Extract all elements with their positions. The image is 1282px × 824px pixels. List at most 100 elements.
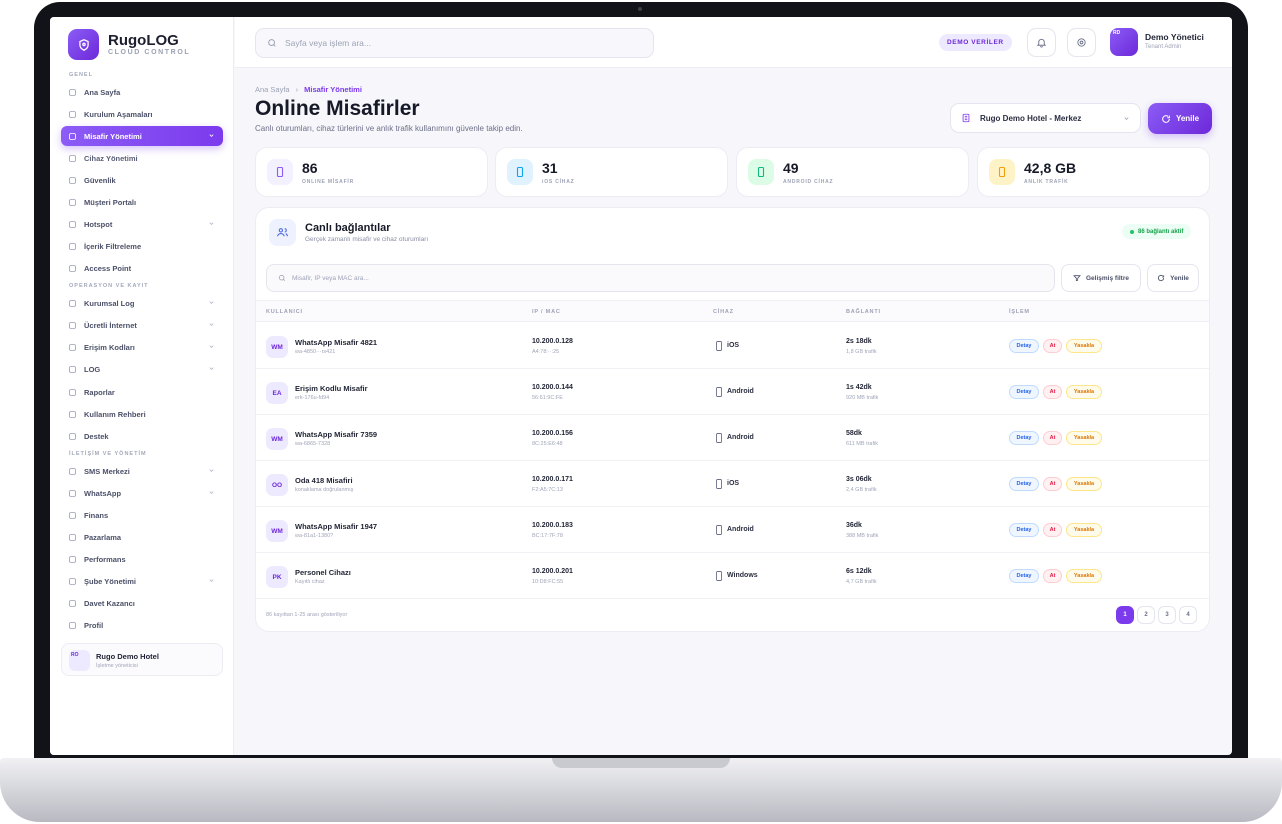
page-button[interactable]: 3 xyxy=(1158,606,1176,624)
ban-button[interactable]: Yasakla xyxy=(1066,569,1102,583)
guest-name[interactable]: Erişim Kodlu Misafir xyxy=(295,384,368,393)
table-search-input[interactable]: Misafir, IP veya MAC ara... xyxy=(266,264,1055,292)
detail-button[interactable]: Detay xyxy=(1009,339,1039,353)
page-button[interactable]: 4 xyxy=(1179,606,1197,624)
brand[interactable]: RugoLOG CLOUD CONTROL xyxy=(68,29,190,60)
sidebar-item-1[interactable]: Kurulum Aşamaları xyxy=(61,104,223,124)
global-search-input[interactable]: Sayfa veya işlem ara... xyxy=(285,38,371,48)
connection-duration: 3s 06dk xyxy=(846,476,872,483)
kick-button[interactable]: At xyxy=(1043,385,1062,399)
sidebar-item-23[interactable]: Profil xyxy=(61,615,223,635)
column-user[interactable]: KULLANICI xyxy=(266,309,303,315)
user-avatar[interactable]: RD xyxy=(1110,28,1138,56)
table-row[interactable]: PK Personel Cihazı Kayıtlı cihaz 10.200.0.2… xyxy=(256,553,1209,599)
sidebar-item-15[interactable]: Destek xyxy=(61,426,223,446)
detail-button[interactable]: Detay xyxy=(1009,477,1039,491)
ban-button[interactable]: Yasakla xyxy=(1066,523,1102,537)
ban-button[interactable]: Yasakla xyxy=(1066,385,1102,399)
settings-button[interactable] xyxy=(1067,28,1096,57)
guest-sub: konaklama doğrulanmış xyxy=(295,487,354,493)
guest-avatar: OO xyxy=(266,474,288,496)
sidebar-item-10[interactable]: Ücretli İnternet xyxy=(61,315,223,335)
sidebar-item-17[interactable]: WhatsApp xyxy=(61,483,223,503)
table-row[interactable]: WM WhatsApp Misafir 7359 wa-6865-7328 10.20… xyxy=(256,415,1209,461)
device-icon xyxy=(716,341,722,351)
sidebar-item-5[interactable]: Müşteri Portalı xyxy=(61,192,223,212)
kick-button[interactable]: At xyxy=(1043,431,1062,445)
bell-icon xyxy=(1036,38,1047,48)
ban-button[interactable]: Yasakla xyxy=(1066,431,1102,445)
page-button[interactable]: 2 xyxy=(1137,606,1155,624)
sidebar-item-6[interactable]: Hotspot xyxy=(61,214,223,234)
breadcrumb-home[interactable]: Ana Sayfa xyxy=(255,85,290,94)
guest-name[interactable]: WhatsApp Misafir 7359 xyxy=(295,430,377,439)
column-connection[interactable]: BAĞLANTI xyxy=(846,309,881,315)
sidebar-item-2[interactable]: Misafir Yönetimi xyxy=(61,126,223,146)
guest-name[interactable]: Personel Cihazı xyxy=(295,568,351,577)
chart-icon xyxy=(69,388,76,396)
wifi-icon xyxy=(69,220,76,228)
sparkle-icon xyxy=(69,110,76,118)
guest-name[interactable]: WhatsApp Misafir 1947 xyxy=(295,522,377,531)
table-row[interactable]: EA Erişim Kodlu Misafir erk-176u-fd94 10.20… xyxy=(256,369,1209,415)
card-icon xyxy=(69,343,76,351)
global-search[interactable]: Sayfa veya işlem ara... xyxy=(255,28,654,58)
sidebar-item-label: Güvenlik xyxy=(84,175,116,185)
ip-address: 10.200.0.201 xyxy=(532,568,573,575)
column-device[interactable]: CİHAZ xyxy=(713,309,734,315)
notifications-button[interactable] xyxy=(1027,28,1056,57)
device-type: iOS xyxy=(727,480,740,487)
support-icon xyxy=(69,432,76,440)
gear-icon xyxy=(1077,38,1086,47)
sidebar-item-12[interactable]: LOG xyxy=(61,359,223,379)
sidebar-item-22[interactable]: Davet Kazancı xyxy=(61,593,223,613)
sidebar-item-8[interactable]: Access Point xyxy=(61,258,223,278)
mac-address: 10:D8:FC:55 xyxy=(532,579,564,585)
refresh-button[interactable]: Yenile xyxy=(1148,103,1212,134)
sidebar-item-18[interactable]: Finans xyxy=(61,505,223,525)
detail-button[interactable]: Detay xyxy=(1009,431,1039,445)
ban-button[interactable]: Yasakla xyxy=(1066,339,1102,353)
advanced-filter-button[interactable]: Gelişmiş filtre xyxy=(1061,264,1141,292)
sidebar-item-9[interactable]: Kurumsal Log xyxy=(61,293,223,313)
column-ip-mac[interactable]: IP / MAC xyxy=(532,309,561,315)
sidebar-item-13[interactable]: Raporlar xyxy=(61,382,223,402)
sidebar-item-label: Pazarlama xyxy=(84,532,122,542)
tenant-card[interactable]: RO Rugo Demo Hotel İşletme yöneticisi xyxy=(61,643,223,676)
sidebar-item-20[interactable]: Performans xyxy=(61,549,223,569)
ban-button[interactable]: Yasakla xyxy=(1066,477,1102,491)
traffic-usage: 4,7 GB trafik xyxy=(846,579,877,585)
table-refresh-button[interactable]: Yenile xyxy=(1147,264,1199,292)
sidebar-item-3[interactable]: Cihaz Yönetimi xyxy=(61,148,223,168)
guest-name[interactable]: WhatsApp Misafir 4821 xyxy=(295,338,377,347)
sidebar-item-11[interactable]: Erişim Kodları xyxy=(61,337,223,357)
page-button[interactable]: 1 xyxy=(1116,606,1134,624)
sidebar-item-14[interactable]: Kullanım Rehberi xyxy=(61,404,223,424)
detail-button[interactable]: Detay xyxy=(1009,569,1039,583)
sidebar-item-label: Kurumsal Log xyxy=(84,298,135,308)
table-row[interactable]: OO Oda 418 Misafiri konaklama doğrulanmış 1… xyxy=(256,461,1209,507)
sidebar-item-7[interactable]: İçerik Filtreleme xyxy=(61,236,223,256)
user-name[interactable]: Demo Yönetici xyxy=(1145,32,1204,42)
sidebar-item-16[interactable]: SMS Merkezi xyxy=(61,461,223,481)
sidebar-item-4[interactable]: Güvenlik xyxy=(61,170,223,190)
guest-sub: Kayıtlı cihaz xyxy=(295,579,325,585)
kick-button[interactable]: At xyxy=(1043,523,1062,537)
guest-name[interactable]: Oda 418 Misafiri xyxy=(295,476,353,485)
table-row[interactable]: WM WhatsApp Misafir 4821 wa-4850···rs421 10… xyxy=(256,323,1209,369)
kick-button[interactable]: At xyxy=(1043,477,1062,491)
table-row[interactable]: WM WhatsApp Misafir 1947 wa-81a1-1380? 10.2… xyxy=(256,507,1209,553)
detail-button[interactable]: Detay xyxy=(1009,523,1039,537)
chevron-down-icon xyxy=(209,345,214,348)
hotel-select[interactable]: Rugo Demo Hotel - Merkez xyxy=(950,103,1141,133)
app-screen: RugoLOG CLOUD CONTROL GENEL OPERASYON VE… xyxy=(50,17,1232,755)
kick-button[interactable]: At xyxy=(1043,569,1062,583)
sidebar-item-21[interactable]: Şube Yönetimi xyxy=(61,571,223,591)
hotel-select-value: Rugo Demo Hotel - Merkez xyxy=(980,113,1082,123)
device-icon xyxy=(716,433,722,443)
sidebar-item-19[interactable]: Pazarlama xyxy=(61,527,223,547)
detail-button[interactable]: Detay xyxy=(1009,385,1039,399)
sidebar-item-0[interactable]: Ana Sayfa xyxy=(61,82,223,102)
kick-button[interactable]: At xyxy=(1043,339,1062,353)
device-icon xyxy=(716,479,722,489)
